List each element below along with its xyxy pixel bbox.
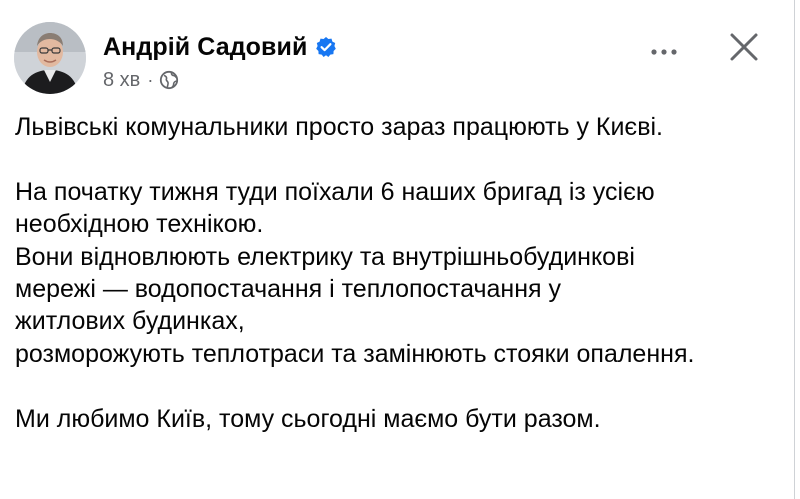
globe-icon[interactable] [159,70,179,90]
close-button[interactable] [723,26,765,68]
facebook-post: Андрій Садовий 8 хв · Львівські комуналь… [0,0,800,499]
close-icon [730,33,758,61]
post-paragraph: Львівські комунальники просто зараз прац… [15,113,663,141]
meta-separator: · [147,69,154,90]
post-paragraph: розморожують теплотраси та замінюють сто… [15,339,695,368]
author-line: Андрій Садовий [103,30,337,64]
window-edge [794,0,800,499]
post-timestamp[interactable]: 8 хв [103,69,140,92]
verified-badge-icon [315,36,337,58]
avatar-photo [14,22,86,94]
more-horizontal-icon [651,49,677,55]
post-paragraph: На початку тижня туди поїхали 6 наших бр… [15,177,655,239]
author-name[interactable]: Андрій Садовий [103,33,307,62]
post-paragraph: Ми любимо Київ, тому сьогодні маємо бути… [15,404,601,433]
author-block: Андрій Садовий 8 хв · [103,30,337,92]
post-meta: 8 хв · [103,68,337,92]
avatar[interactable] [14,22,86,94]
post-body: Львівські комунальники просто зараз прац… [15,111,785,435]
post-paragraph: Вони відновлюють електрику та внутрішньо… [15,242,635,336]
more-options-button[interactable] [646,34,682,70]
post-header: Андрій Садовий 8 хв · [14,22,784,102]
